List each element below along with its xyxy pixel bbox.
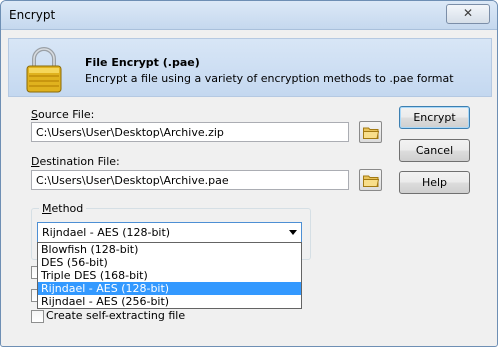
self-extract-label: Create self-extracting file: [46, 309, 186, 322]
window-title: Encrypt: [9, 8, 56, 22]
method-select[interactable]: Rijndael - AES (128-bit): [37, 222, 302, 243]
close-button[interactable]: ✕: [446, 4, 490, 24]
source-file-input[interactable]: C:\Users\User\Desktop\Archive.zip: [31, 122, 349, 142]
destination-browse-button[interactable]: [359, 169, 382, 191]
encrypt-dialog: Encrypt ✕ File Encrypt (.pae) Encrypt a …: [0, 0, 498, 347]
help-button[interactable]: Help: [399, 171, 470, 194]
method-option-aes-128[interactable]: Rijndael - AES (128-bit): [38, 282, 301, 295]
encrypt-button[interactable]: Encrypt: [399, 106, 470, 129]
self-extract-checkbox[interactable]: [31, 310, 44, 323]
header-description: Encrypt a file using a variety of encryp…: [85, 72, 454, 85]
folder-icon: [363, 127, 379, 139]
method-dropdown-list: Blowfish (128-bit) DES (56-bit) Triple D…: [37, 242, 302, 309]
dialog-header: File Encrypt (.pae) Encrypt a file using…: [8, 38, 492, 97]
method-option-triple-des[interactable]: Triple DES (168-bit): [38, 269, 301, 282]
method-group-label: Method: [39, 202, 87, 215]
lock-icon: [26, 47, 62, 93]
source-browse-button[interactable]: [359, 121, 382, 143]
destination-file-label: Destination File:: [31, 155, 120, 168]
destination-file-input[interactable]: C:\Users\User\Desktop\Archive.pae: [31, 170, 349, 190]
title-bar[interactable]: Encrypt ✕: [1, 1, 497, 30]
chevron-down-icon[interactable]: [289, 230, 297, 235]
header-title: File Encrypt (.pae): [85, 56, 200, 69]
method-option-des[interactable]: DES (56-bit): [38, 256, 301, 269]
folder-icon: [363, 175, 379, 187]
cancel-button[interactable]: Cancel: [399, 139, 470, 162]
method-option-aes-256[interactable]: Rijndael - AES (256-bit): [38, 295, 301, 308]
method-selected-value: Rijndael - AES (128-bit): [42, 226, 171, 239]
method-option-blowfish[interactable]: Blowfish (128-bit): [38, 243, 301, 256]
source-file-label: Source File:: [31, 108, 95, 121]
